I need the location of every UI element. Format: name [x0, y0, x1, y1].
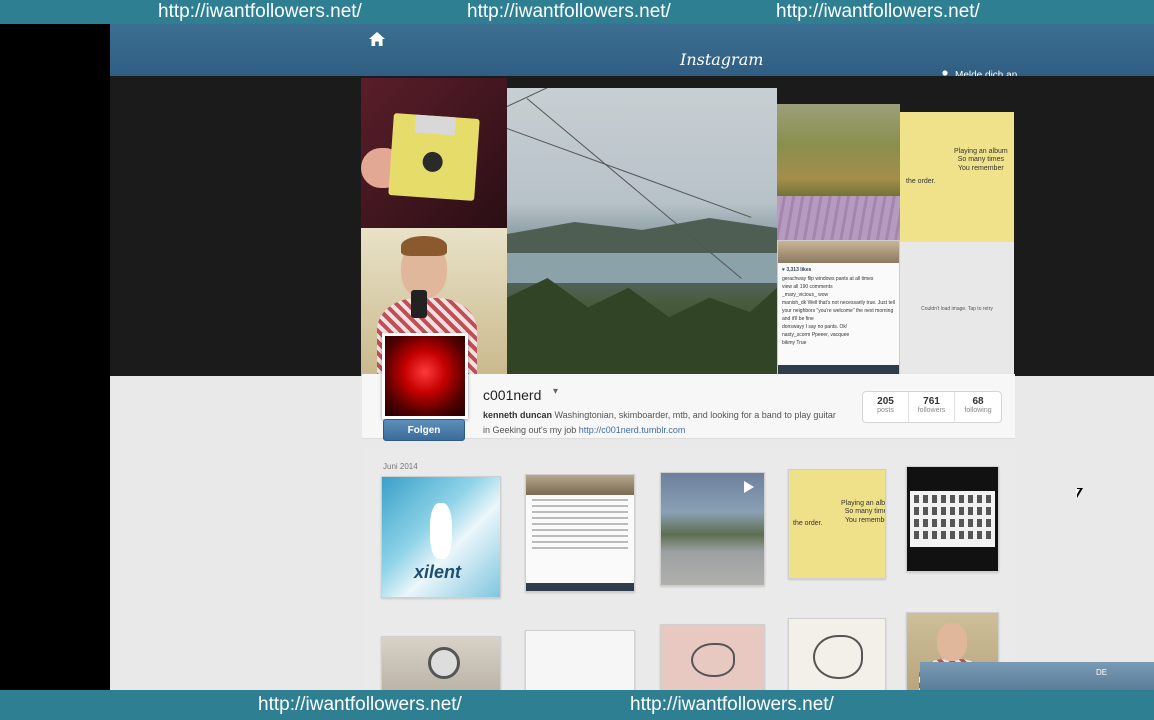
watermark-link[interactable]: http://iwantfollowers.net/ — [258, 694, 462, 716]
chevron-down-icon[interactable]: ▾ — [553, 386, 558, 397]
cover-photo-floppy[interactable] — [361, 78, 507, 228]
cover-photo-note[interactable]: Playing an album So many times You remem… — [900, 112, 1014, 242]
language-indicator[interactable]: DE — [1096, 668, 1107, 677]
note-left-text: the order. — [906, 178, 936, 185]
post-comment: nasty_scorm Ppeeer, vacquee — [782, 332, 850, 338]
note-text: Playing an album So many times You remem… — [841, 500, 885, 524]
stat-label: following — [964, 407, 992, 414]
profile-bio: kenneth duncan Washingtonian, skimboarde… — [483, 408, 843, 438]
cover-photo-lake[interactable] — [507, 88, 777, 376]
error-text: Couldn't load image. Tap to retry — [921, 306, 993, 312]
cover-photo-post[interactable]: ♥ 3,313 likes gerachway flip windows pan… — [777, 240, 900, 376]
stat-label: followers — [917, 407, 946, 414]
feed-thumbnail[interactable] — [906, 466, 999, 572]
mouse-cursor — [1076, 488, 1083, 498]
watermark-banner-top: http://iwantfollowers.net/ http://iwantf… — [0, 0, 1154, 24]
profile-username: c001nerd — [483, 387, 542, 403]
stat-posts[interactable]: 205 posts — [863, 392, 909, 422]
browser-viewport: Instagram Melde dich an — [110, 24, 1154, 690]
stat-followers[interactable]: 761 followers — [909, 392, 955, 422]
feed-month-heading: Juni 2014 — [383, 462, 418, 471]
post-comment: your neighbors "you're welcome" the next… — [782, 308, 894, 314]
cover-photo-field[interactable] — [777, 104, 900, 240]
note-left-text: the order. — [793, 520, 823, 527]
watermark-banner-bottom: http://iwantfollowers.net/ http://iwantf… — [0, 690, 1154, 720]
cover-photo-error[interactable]: Couldn't load image. Tap to retry — [900, 242, 1014, 376]
stat-value: 761 — [923, 396, 940, 407]
stat-value: 68 — [972, 396, 984, 407]
feed-thumbnail[interactable] — [525, 474, 635, 592]
follow-button[interactable]: Folgen — [383, 419, 465, 441]
cover-collage: Playing an album So many times You remem… — [110, 76, 1154, 376]
instagram-nav-bar: Instagram Melde dich an — [110, 24, 1154, 81]
profile-stats: 205 posts 761 followers 68 following — [862, 391, 1002, 423]
feed-thumbnail[interactable] — [525, 630, 635, 690]
post-comment: _mary_vicious_ wow — [782, 292, 829, 298]
note-text: Playing an album So many times You remem… — [954, 148, 1008, 172]
post-comment: bikmy True — [782, 340, 807, 346]
profile-website-link[interactable]: http://c001nerd.tumblr.com — [579, 425, 686, 435]
stat-value: 205 — [877, 396, 894, 407]
post-comment: view all 190 comments — [782, 284, 833, 290]
taskbar — [920, 662, 1154, 690]
feed-thumbnail[interactable]: xilent — [381, 476, 501, 598]
stat-following[interactable]: 68 following — [955, 392, 1001, 422]
floppy-disk — [388, 113, 480, 201]
post-comment: manish_dk Well that's not necessarily tr… — [782, 300, 895, 306]
post-comment: donswayy I say no pants. Ok! — [782, 324, 848, 330]
stat-label: posts — [877, 407, 894, 414]
watermark-link[interactable]: http://iwantfollowers.net/ — [776, 1, 980, 23]
feed-thumbnail[interactable] — [788, 618, 886, 690]
post-likes: ♥ 3,313 likes — [782, 267, 812, 273]
post-comment: gerachway flip windows pants at all time… — [782, 276, 874, 282]
feed-thumbnail-video[interactable] — [660, 472, 765, 586]
watermark-link[interactable]: http://iwantfollowers.net/ — [158, 1, 362, 23]
instagram-logo[interactable]: Instagram — [680, 50, 763, 69]
profile-full-name: kenneth duncan — [483, 410, 553, 420]
watermark-link[interactable]: http://iwantfollowers.net/ — [467, 1, 671, 23]
feed-thumbnail[interactable]: Playing an album So many times You remem… — [788, 469, 886, 579]
play-icon — [744, 481, 754, 493]
home-icon[interactable] — [368, 30, 386, 48]
profile-avatar[interactable] — [382, 333, 468, 419]
feed-thumbnail[interactable] — [381, 636, 501, 690]
feed-thumbnail[interactable] — [660, 624, 765, 690]
album-title: xilent — [414, 562, 462, 582]
post-comment: and it'll be fine — [782, 316, 814, 322]
watermark-link[interactable]: http://iwantfollowers.net/ — [630, 694, 834, 716]
